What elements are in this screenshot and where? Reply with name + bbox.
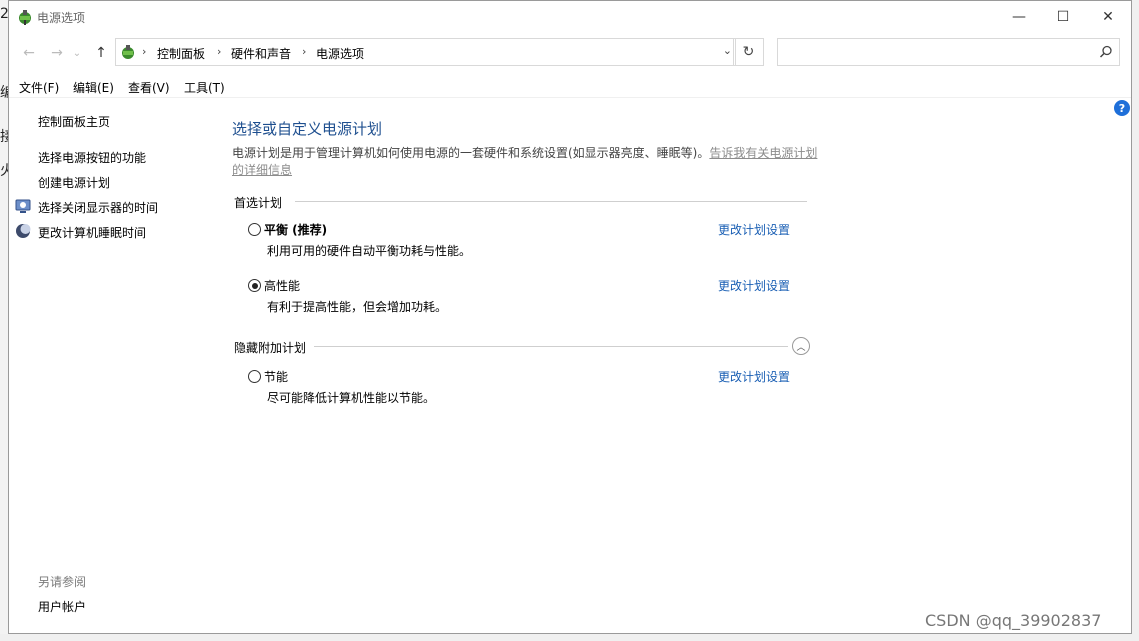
maximize-icon: ☐ xyxy=(1056,8,1070,25)
collapse-chevron-up-icon[interactable]: ︿ xyxy=(792,337,810,355)
power-options-icon xyxy=(19,10,31,25)
sidebar-control-panel-home[interactable]: 控制面板主页 xyxy=(38,113,110,130)
address-dropdown-icon[interactable]: ⌄ xyxy=(723,44,732,57)
change-plan-settings-link[interactable]: 更改计划设置 xyxy=(718,277,790,294)
menu-tools[interactable]: 工具(T) xyxy=(184,79,225,96)
control-panel-icon xyxy=(122,45,134,59)
hidden-plans-heading: 隐藏附加计划 xyxy=(234,341,307,355)
breadcrumb-control-panel[interactable]: 控制面板 xyxy=(157,45,205,62)
up-arrow-icon: ↑ xyxy=(95,45,107,61)
title-bar[interactable]: 电源选项 — ☐ ✕ xyxy=(9,1,1131,32)
back-button[interactable]: ← xyxy=(19,43,39,63)
sidebar-item-sleep-time[interactable]: 更改计算机睡眠时间 xyxy=(38,224,146,241)
navigation-bar: ← → ⌄ ↑ › 控制面板 › 硬件和声音 › 电源选项 ⌄ ↻ xyxy=(9,37,1131,69)
menu-divider xyxy=(9,97,1131,98)
sidebar-item-power-buttons[interactable]: 选择电源按钮的功能 xyxy=(38,149,146,166)
plan-high-performance-radio[interactable] xyxy=(248,279,261,292)
sidebar-item-display-off[interactable]: 选择关闭显示器的时间 xyxy=(38,199,158,216)
group-divider xyxy=(295,201,807,202)
plan-description: 尽可能降低计算机性能以节能。 xyxy=(267,391,436,405)
forward-button[interactable]: → xyxy=(47,43,67,63)
search-icon xyxy=(1099,45,1112,58)
breadcrumb-hardware-sound[interactable]: 硬件和声音 xyxy=(231,45,291,62)
menu-edit[interactable]: 编辑(E) xyxy=(73,79,114,96)
watermark-text: CSDN @qq_39902837 xyxy=(925,611,1102,630)
description-text: 电源计划是用于管理计算机如何使用电源的一套硬件和系统设置(如显示器亮度、睡眠等)… xyxy=(232,146,710,160)
recent-locations-button[interactable]: ⌄ xyxy=(71,43,83,63)
minimize-icon: — xyxy=(1012,8,1026,25)
address-bar[interactable]: › 控制面板 › 硬件和声音 › 电源选项 ⌄ xyxy=(115,38,736,66)
see-also-heading: 另请参阅 xyxy=(38,575,87,589)
background-text: 接 xyxy=(0,129,8,145)
breadcrumb-separator-icon: › xyxy=(217,45,222,58)
plan-name[interactable]: 高性能 xyxy=(264,277,300,294)
plan-name[interactable]: 平衡 (推荐) xyxy=(264,221,327,238)
refresh-icon: ↻ xyxy=(742,44,755,60)
preferred-plans-heading: 首选计划 xyxy=(234,196,283,210)
sidebar-item-create-plan[interactable]: 创建电源计划 xyxy=(38,174,110,191)
forward-arrow-icon: → xyxy=(51,45,63,61)
close-button[interactable]: ✕ xyxy=(1085,1,1131,32)
help-icon[interactable]: ? xyxy=(1114,100,1130,116)
menu-view[interactable]: 查看(V) xyxy=(128,79,170,96)
background-window: 20 编 接 火 xyxy=(0,0,8,641)
breadcrumb-separator-icon: › xyxy=(142,45,147,58)
menu-file[interactable]: 文件(F) xyxy=(19,79,59,96)
page-description: 电源计划是用于管理计算机如何使用电源的一套硬件和系统设置(如显示器亮度、睡眠等)… xyxy=(232,145,822,179)
chevron-down-icon: ⌄ xyxy=(72,47,82,59)
background-text: 火 xyxy=(0,163,8,179)
background-text: 编 xyxy=(0,85,8,101)
minimize-button[interactable]: — xyxy=(996,1,1042,32)
menu-bar: 文件(F) 编辑(E) 查看(V) 工具(T) xyxy=(9,75,1131,97)
breadcrumb-power-options[interactable]: 电源选项 xyxy=(316,45,364,62)
background-text: 20 xyxy=(0,6,8,22)
plan-name[interactable]: 节能 xyxy=(264,368,288,385)
desktop-edge xyxy=(0,634,1139,641)
change-plan-settings-link[interactable]: 更改计划设置 xyxy=(718,221,790,238)
display-icon xyxy=(15,199,31,213)
plan-description: 利用可用的硬件自动平衡功耗与性能。 xyxy=(267,244,472,258)
change-plan-settings-link[interactable]: 更改计划设置 xyxy=(718,368,790,385)
user-accounts-link[interactable]: 用户帐户 xyxy=(38,598,86,615)
plan-power-saver-radio[interactable] xyxy=(248,370,261,383)
maximize-button[interactable]: ☐ xyxy=(1040,1,1086,32)
refresh-button[interactable]: ↻ xyxy=(733,38,764,66)
sleep-moon-icon xyxy=(16,224,31,238)
up-button[interactable]: ↑ xyxy=(91,43,111,63)
desktop-edge xyxy=(1132,0,1139,641)
page-title: 选择或自定义电源计划 xyxy=(232,120,383,138)
back-arrow-icon: ← xyxy=(23,45,35,61)
breadcrumb-separator-icon: › xyxy=(302,45,307,58)
group-divider xyxy=(314,346,788,347)
plan-balanced-radio[interactable] xyxy=(248,223,261,236)
plan-description: 有利于提高性能，但会增加功耗。 xyxy=(267,300,448,314)
close-icon: ✕ xyxy=(1102,8,1114,25)
window-title: 电源选项 xyxy=(37,11,86,25)
power-options-window: 电源选项 — ☐ ✕ ← → ⌄ ↑ › 控制面板 › 硬件和声音 › 电源选项… xyxy=(8,0,1132,634)
search-input[interactable] xyxy=(777,38,1120,66)
